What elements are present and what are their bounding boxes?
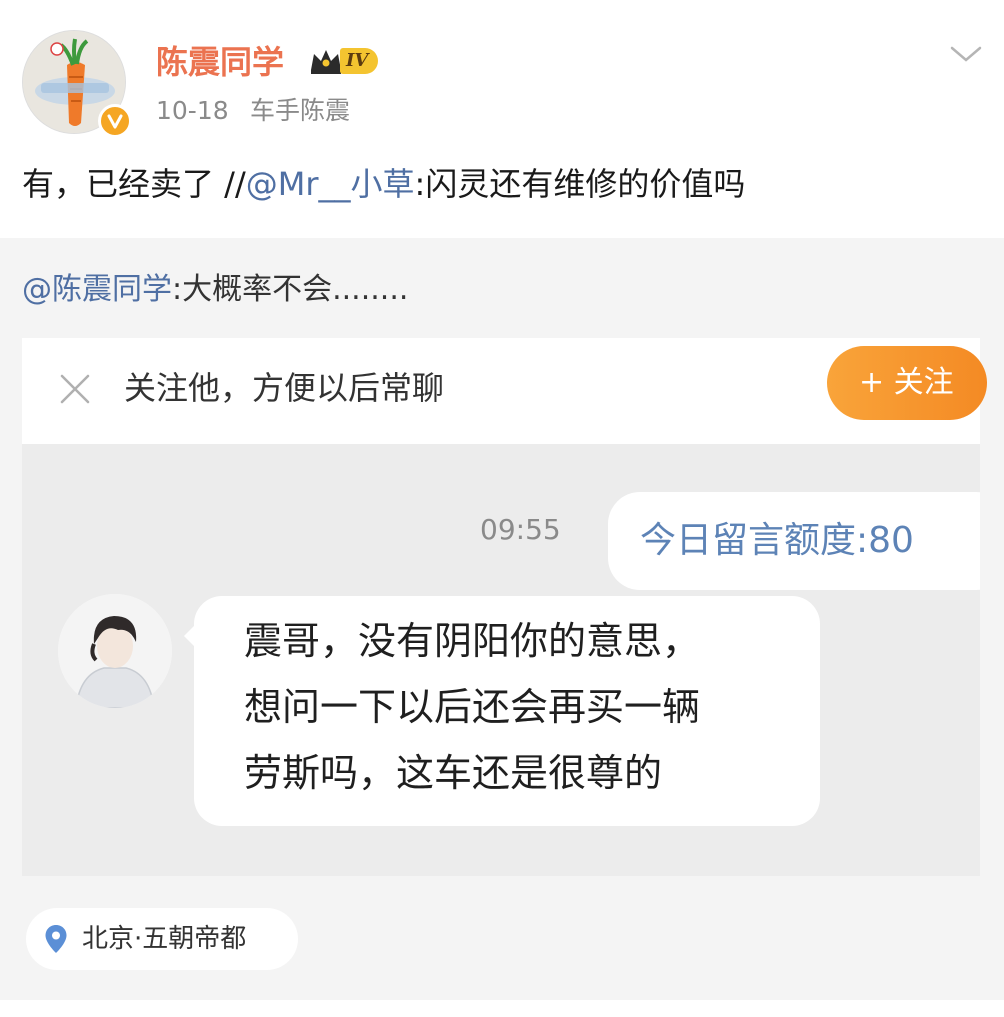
follow-prompt-bar: 关注他，方便以后常聊 + 关注 [22,338,987,444]
post-source: 车手陈震 [250,96,351,125]
chat-timestamp: 09:55 [480,513,561,546]
verified-v-badge-icon [98,104,132,138]
location-city: 北京 [82,924,135,954]
sender-avatar [58,594,172,708]
post-text-after: :闪灵还有维修的价值吗 [414,165,746,203]
post-date: 10-18 [156,96,229,125]
chat-message-line: 震哥，没有阴阳你的意思， [244,619,701,663]
repost-mention-link[interactable]: @陈震同学 [22,272,172,307]
close-icon[interactable] [58,372,92,406]
post-mention-link[interactable]: @Mr__小草 [246,165,415,203]
chat-bubble-outgoing-text: 今日留言额度:80 [640,520,914,561]
author-avatar-wrap[interactable] [22,30,132,140]
chat-bubble-incoming: 震哥，没有阴阳你的意思， 想问一下以后还会再买一辆 劳斯吗，这车还是很尊的 [184,596,820,826]
location-tag[interactable]: 北京·五朝帝都 [26,908,298,970]
author-username[interactable]: 陈震同学 [156,42,284,82]
weibo-post-page: 陈震同学 IV 10-18 车手陈震 有，已经卖了 //@Mr__小草:闪灵还有… [0,0,1004,1017]
chat-message-line: 想问一下以后还会再买一辆 [244,685,701,729]
location-pin-icon [45,925,67,953]
vip-level-text: IV [340,48,379,74]
post-text-before: 有，已经卖了 // [22,165,246,203]
chevron-down-icon[interactable] [948,40,984,68]
post-header: 陈震同学 IV 10-18 车手陈震 [0,0,1004,150]
post-body: 有，已经卖了 //@Mr__小草:闪灵还有维修的价值吗 [22,160,745,208]
chat-message-line: 劳斯吗，这车还是很尊的 [244,751,663,795]
person-portrait-icon [58,594,172,708]
chat-screenshot: 09:55 今日留言额度:80 震哥，没有阴阳你的意思， 想问一下以后还会再买一… [22,444,980,876]
location-name: 五朝帝都 [142,924,247,954]
chat-bubble-outgoing: 今日留言额度:80 [608,492,980,590]
repost-text: :大概率不会........ [172,272,409,307]
follow-prompt-text: 关注他，方便以后常聊 [124,369,445,407]
crown-icon [311,50,341,74]
vip-level-badge[interactable]: IV [308,44,402,78]
repost-card[interactable]: @陈震同学:大概率不会........ 关注他，方便以后常聊 + 关注 09:5… [0,238,1004,1000]
location-text: 北京·五朝帝都 [82,922,246,956]
repost-body: @陈震同学:大概率不会........ [22,268,408,312]
follow-button[interactable]: + 关注 [827,346,987,420]
